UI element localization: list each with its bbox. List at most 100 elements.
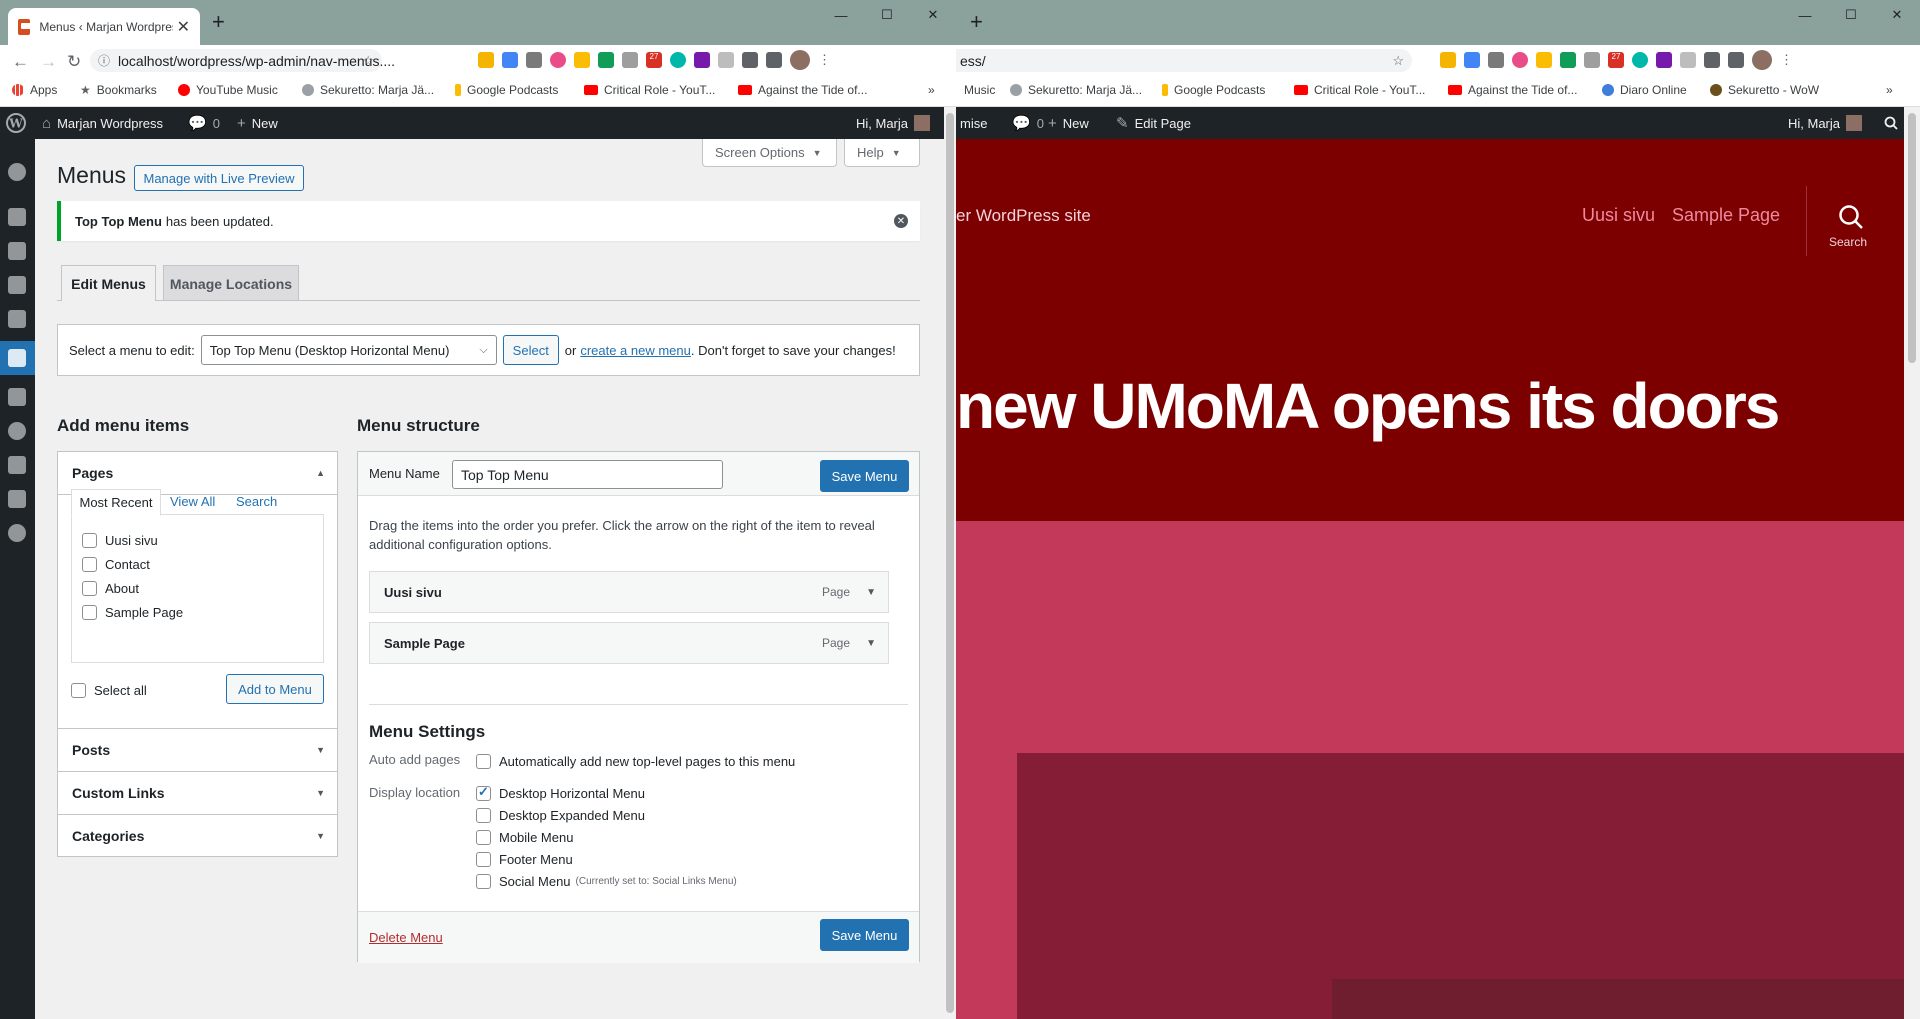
checkbox[interactable] <box>476 830 491 845</box>
bookmark-youtube-music[interactable]: YouTube Music <box>178 83 278 97</box>
site-name-link[interactable]: ⌂ Marjan Wordpress <box>42 107 163 139</box>
page-option-sample-page[interactable]: Sample Page <box>82 605 183 620</box>
bookmark-critical-role[interactable]: Critical Role - YouT... <box>1294 83 1425 97</box>
bookmark-music[interactable]: Music <box>964 83 995 97</box>
nav-link-uusi-sivu[interactable]: Uusi sivu <box>1582 205 1655 226</box>
checkbox[interactable] <box>82 581 97 596</box>
profile-avatar[interactable] <box>1752 50 1772 70</box>
appearance-icon[interactable] <box>8 349 26 367</box>
bookmark-apps[interactable]: Apps <box>12 83 57 97</box>
scrollbar-thumb[interactable] <box>1908 113 1916 363</box>
extension-icon[interactable] <box>598 52 614 68</box>
new-tab-icon[interactable]: + <box>212 11 225 33</box>
bookmark-bookmarks[interactable]: ★ Bookmarks <box>80 83 157 97</box>
bookmark-critical-role[interactable]: Critical Role - YouT... <box>584 83 715 97</box>
location-social[interactable]: Social Menu (Currently set to: Social Lin… <box>476 874 737 889</box>
tools-icon[interactable] <box>8 456 26 474</box>
auto-add-pages-option[interactable]: Automatically add new top-level pages to… <box>476 754 795 769</box>
create-new-menu-link[interactable]: create a new menu <box>580 343 691 358</box>
extension-icon[interactable] <box>1584 52 1600 68</box>
extension-icon[interactable] <box>1680 52 1696 68</box>
dismiss-notice-icon[interactable]: ✕ <box>894 214 908 228</box>
checkbox-checked[interactable] <box>476 784 491 801</box>
comments-link[interactable]: 💬 0 <box>1012 107 1044 139</box>
site-scrollbar[interactable] <box>1904 107 1920 1019</box>
checkbox[interactable] <box>82 605 97 620</box>
bookmark-star-icon[interactable]: ☆ <box>1392 53 1404 69</box>
expand-arrow-icon[interactable]: ▼ <box>866 638 876 649</box>
calendar-badge-icon[interactable]: 27 <box>646 52 662 68</box>
extension-icon[interactable] <box>1560 52 1576 68</box>
posts-icon[interactable] <box>8 208 26 226</box>
tab-view-all[interactable]: View All <box>170 494 215 509</box>
screen-options-button[interactable]: Screen Options ▼ <box>702 139 837 167</box>
extension-icon[interactable] <box>574 52 590 68</box>
collapse-menu-icon[interactable] <box>8 524 26 542</box>
puzzle-icon[interactable] <box>1704 52 1720 68</box>
checkbox[interactable] <box>82 533 97 548</box>
my-account-link[interactable]: Hi, Marja <box>1788 107 1863 139</box>
bookmark-google-podcasts[interactable]: Google Podcasts <box>1162 83 1265 97</box>
tab-most-recent[interactable]: Most Recent <box>71 489 161 516</box>
users-icon[interactable] <box>8 422 26 440</box>
select-button[interactable]: Select <box>502 335 559 365</box>
checkbox[interactable] <box>476 754 491 769</box>
posts-accordion-header[interactable]: Posts ▼ <box>58 728 337 771</box>
address-bar[interactable]: ess/ ☆ <box>956 49 1412 72</box>
extension-icon[interactable] <box>526 52 542 68</box>
extension-icon[interactable] <box>670 52 686 68</box>
settings-icon[interactable] <box>8 490 26 508</box>
calendar-badge-icon[interactable]: 27 <box>1608 52 1624 68</box>
new-tab-icon[interactable]: + <box>970 11 983 33</box>
reload-icon[interactable]: ↻ <box>67 52 81 72</box>
extension-icon[interactable] <box>1632 52 1648 68</box>
onenote-icon[interactable] <box>1656 52 1672 68</box>
categories-accordion-header[interactable]: Categories ▼ <box>58 814 337 857</box>
minimize-icon[interactable]: — <box>818 0 864 30</box>
profile-avatar[interactable] <box>790 50 810 70</box>
extension-icon[interactable] <box>1488 52 1504 68</box>
tab-search[interactable]: Search <box>236 494 277 509</box>
more-menu-icon[interactable]: ⋮ <box>1780 52 1793 68</box>
edit-page-link[interactable]: ✎ Edit Page <box>1116 107 1191 139</box>
bookmarks-overflow[interactable]: » <box>928 83 935 97</box>
checkbox[interactable] <box>476 808 491 823</box>
address-bar[interactable]: ⓘ localhost/wordpress/wp-admin/nav-menus… <box>90 49 395 72</box>
wordpress-logo-icon[interactable]: W <box>6 107 26 139</box>
admin-scrollbar[interactable] <box>944 107 956 1019</box>
extension-icon[interactable] <box>622 52 638 68</box>
close-window-icon[interactable]: ✕ <box>1874 0 1920 30</box>
extension-icon[interactable] <box>1440 52 1456 68</box>
plugins-icon[interactable] <box>8 388 26 406</box>
extension-icon[interactable] <box>718 52 734 68</box>
minimize-icon[interactable]: — <box>1782 0 1828 30</box>
location-desktop-horizontal[interactable]: Desktop Horizontal Menu <box>476 784 645 801</box>
info-icon[interactable]: ⓘ <box>98 52 110 69</box>
checkbox[interactable] <box>476 852 491 867</box>
bookmark-against-the-tide[interactable]: Against the Tide of... <box>1448 83 1577 97</box>
site-search-icon[interactable] <box>1838 204 1864 233</box>
search-icon[interactable] <box>1884 107 1898 139</box>
bookmark-sekuretto[interactable]: Sekuretto: Marja Jä... <box>1010 83 1142 97</box>
extension-icon[interactable] <box>1464 52 1480 68</box>
maximize-icon[interactable]: ☐ <box>864 0 910 30</box>
extension-icon[interactable] <box>550 52 566 68</box>
save-menu-button-bottom[interactable]: Save Menu <box>820 919 909 951</box>
onenote-icon[interactable] <box>694 52 710 68</box>
page-option-about[interactable]: About <box>82 581 139 596</box>
close-tab-icon[interactable]: ✕ <box>177 17 190 37</box>
comments-link[interactable]: 💬 0 <box>188 107 220 139</box>
checkbox[interactable] <box>476 874 491 889</box>
checkbox[interactable] <box>82 557 97 572</box>
location-mobile[interactable]: Mobile Menu <box>476 830 573 845</box>
tab-menus[interactable]: Menus ‹ Marjan Wordpress — W ✕ <box>8 8 200 45</box>
new-content-link[interactable]: + New <box>237 107 278 139</box>
bookmark-diaro-online[interactable]: Diaro Online <box>1602 83 1687 97</box>
bookmark-sekuretto-wow[interactable]: Sekuretto - WoW <box>1710 83 1819 97</box>
back-icon[interactable]: ← <box>12 52 29 72</box>
extension-icon[interactable] <box>1536 52 1552 68</box>
media-icon[interactable] <box>8 242 26 260</box>
menu-item-uusi-sivu[interactable]: Uusi sivu Page ▼ <box>369 571 889 613</box>
extension-icon[interactable] <box>478 52 494 68</box>
maximize-icon[interactable]: ☐ <box>1828 0 1874 30</box>
